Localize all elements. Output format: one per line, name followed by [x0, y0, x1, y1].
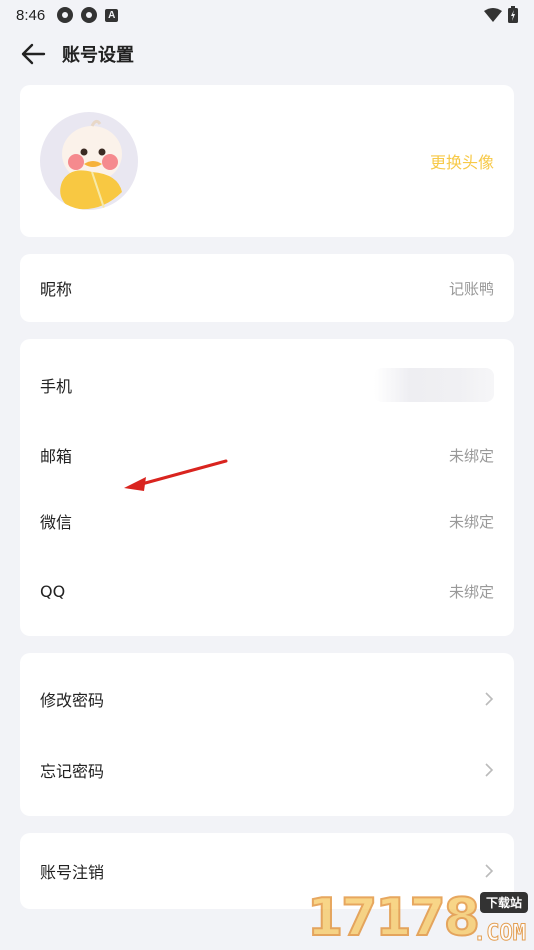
- app-notification-icon: [57, 7, 74, 23]
- watermark-suffix: .COM: [473, 921, 527, 947]
- chevron-right-icon: [485, 692, 494, 706]
- account-cancel-label: 账号注销: [40, 863, 105, 882]
- avatar[interactable]: [40, 112, 138, 210]
- duck-avatar-icon: [60, 119, 122, 210]
- email-label: 邮箱: [40, 447, 73, 466]
- nickname-card[interactable]: 昵称 记账鸭: [20, 254, 514, 322]
- notification-icons: A: [57, 7, 119, 23]
- page-title: 账号设置: [62, 45, 134, 66]
- wechat-row[interactable]: 微信 未绑定: [20, 487, 514, 555]
- phone-value-blurred: [374, 368, 494, 402]
- email-row[interactable]: 邮箱 未绑定: [20, 421, 514, 489]
- forgot-password-row[interactable]: 忘记密码: [20, 736, 514, 804]
- chevron-right-icon: [485, 864, 494, 878]
- header: 账号设置: [0, 30, 534, 78]
- wifi-icon: [484, 7, 502, 22]
- account-cancel-row[interactable]: 账号注销: [20, 837, 514, 905]
- account-cancel-card: 账号注销: [20, 833, 514, 909]
- password-card: 修改密码 忘记密码: [20, 653, 514, 816]
- change-password-label: 修改密码: [40, 691, 105, 710]
- qq-label: QQ: [40, 581, 66, 601]
- chevron-right-icon: [485, 763, 494, 777]
- nickname-value: 记账鸭: [448, 279, 494, 298]
- phone-row[interactable]: 手机: [20, 351, 514, 419]
- status-bar: 8:46 A: [0, 0, 534, 30]
- avatar-card: 更换头像: [20, 85, 514, 237]
- qq-row[interactable]: QQ 未绑定: [20, 557, 514, 625]
- nickname-row[interactable]: 昵称 记账鸭: [20, 254, 514, 322]
- change-password-row[interactable]: 修改密码: [20, 665, 514, 733]
- status-time: 8:46: [16, 6, 46, 24]
- wechat-value: 未绑定: [448, 512, 494, 531]
- change-avatar-button[interactable]: 更换头像: [430, 149, 494, 173]
- forgot-password-label: 忘记密码: [40, 762, 105, 781]
- bindings-card: 手机 邮箱 未绑定 微信 未绑定 QQ 未绑定: [20, 339, 514, 636]
- phone-label: 手机: [40, 377, 73, 396]
- status-right: [484, 6, 518, 23]
- nickname-label: 昵称: [40, 280, 73, 299]
- battery-icon: [508, 6, 518, 23]
- wechat-label: 微信: [40, 513, 73, 532]
- back-arrow-icon[interactable]: [20, 41, 46, 67]
- email-value: 未绑定: [448, 446, 494, 465]
- qq-value: 未绑定: [448, 582, 494, 601]
- app-notification-icon-2: [81, 7, 98, 23]
- a-notification-icon: A: [105, 8, 119, 22]
